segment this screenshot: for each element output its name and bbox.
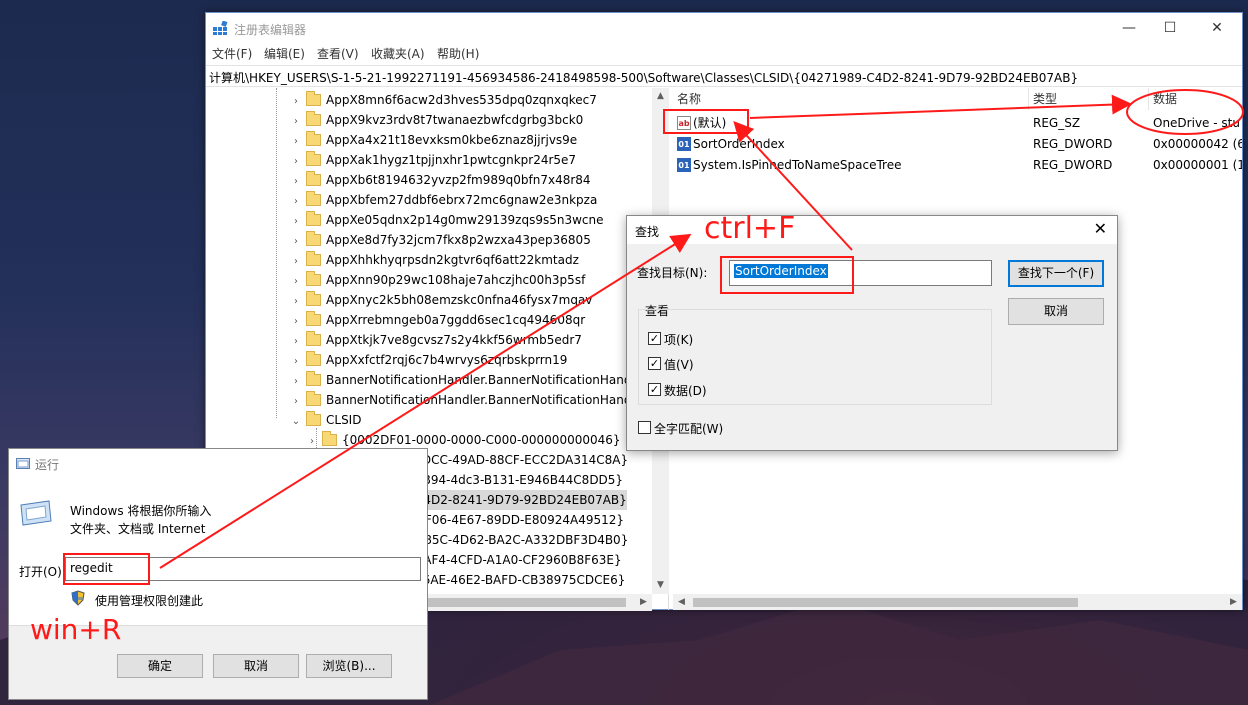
arrow-find-to-default <box>733 121 853 251</box>
arrow-default-to-data <box>749 94 1132 119</box>
annotation-arrows <box>159 94 1132 569</box>
arrow-run-to-find <box>159 233 692 569</box>
